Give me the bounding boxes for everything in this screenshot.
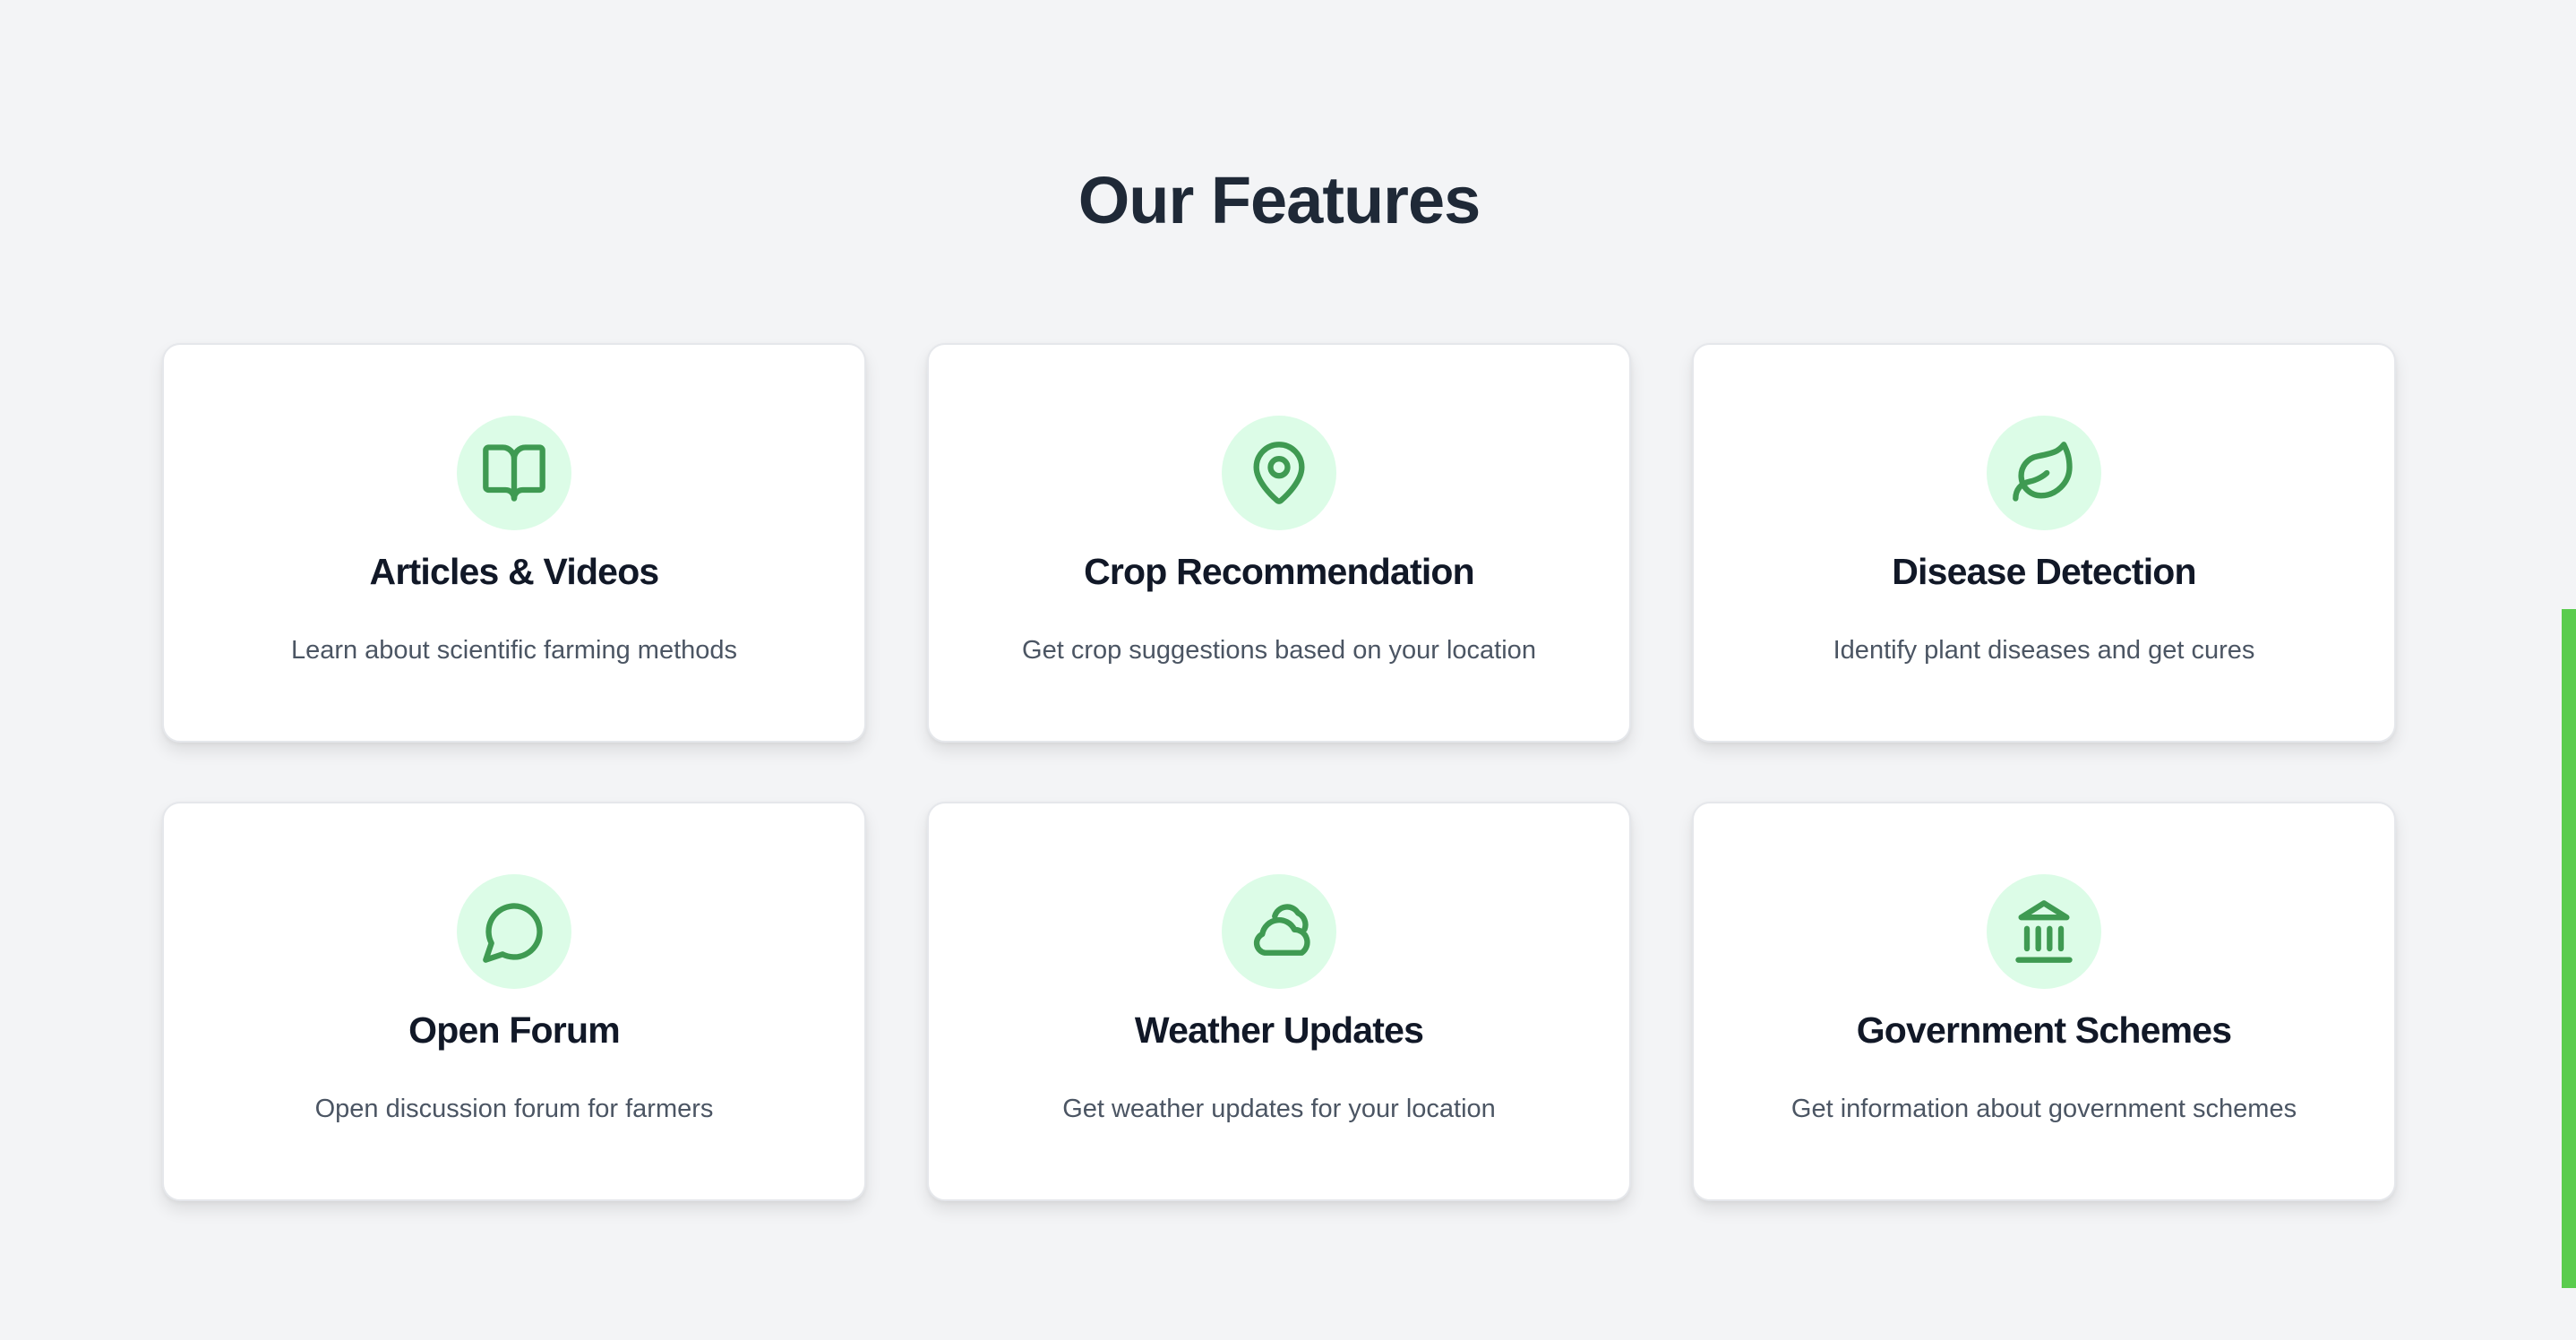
chat-bubble-icon bbox=[457, 874, 571, 989]
section-title: Our Features bbox=[1078, 163, 1481, 237]
feature-card-weather-updates[interactable]: Weather Updates Get weather updates for … bbox=[927, 802, 1631, 1201]
feature-description: Learn about scientific farming methods bbox=[290, 636, 738, 665]
feature-title: Disease Detection bbox=[1892, 551, 2196, 592]
page: Our Features Articles & Videos Learn abo… bbox=[0, 0, 2576, 1340]
feature-card-government-schemes[interactable]: Government Schemes Get information about… bbox=[1692, 802, 2396, 1201]
feature-description: Identify plant diseases and get cures bbox=[1833, 636, 2255, 665]
feature-card-open-forum[interactable]: Open Forum Open discussion forum for far… bbox=[162, 802, 866, 1201]
feature-description: Get weather updates for your location bbox=[1062, 1095, 1496, 1123]
cloud-sun-icon bbox=[1222, 874, 1336, 989]
feature-title: Government Schemes bbox=[1856, 1009, 2232, 1051]
feature-title: Articles & Videos bbox=[369, 551, 660, 592]
feature-card-articles-videos[interactable]: Articles & Videos Learn about scientific… bbox=[162, 343, 866, 743]
scroll-indicator[interactable] bbox=[2562, 609, 2576, 1288]
landmark-icon bbox=[1987, 874, 2101, 989]
map-pin-icon bbox=[1222, 416, 1336, 530]
book-open-icon bbox=[457, 416, 571, 530]
feature-description: Get information about government schemes bbox=[1790, 1095, 2297, 1123]
feature-title: Crop Recommendation bbox=[1084, 551, 1475, 592]
feature-title: Weather Updates bbox=[1134, 1009, 1424, 1051]
leaf-icon bbox=[1987, 416, 2101, 530]
feature-description: Get crop suggestions based on your locat… bbox=[1022, 636, 1536, 665]
feature-card-disease-detection[interactable]: Disease Detection Identify plant disease… bbox=[1692, 343, 2396, 743]
features-grid: Articles & Videos Learn about scientific… bbox=[162, 343, 2396, 1201]
feature-card-crop-recommendation[interactable]: Crop Recommendation Get crop suggestions… bbox=[927, 343, 1631, 743]
feature-title: Open Forum bbox=[408, 1009, 621, 1051]
feature-description: Open discussion forum for farmers bbox=[314, 1095, 714, 1123]
